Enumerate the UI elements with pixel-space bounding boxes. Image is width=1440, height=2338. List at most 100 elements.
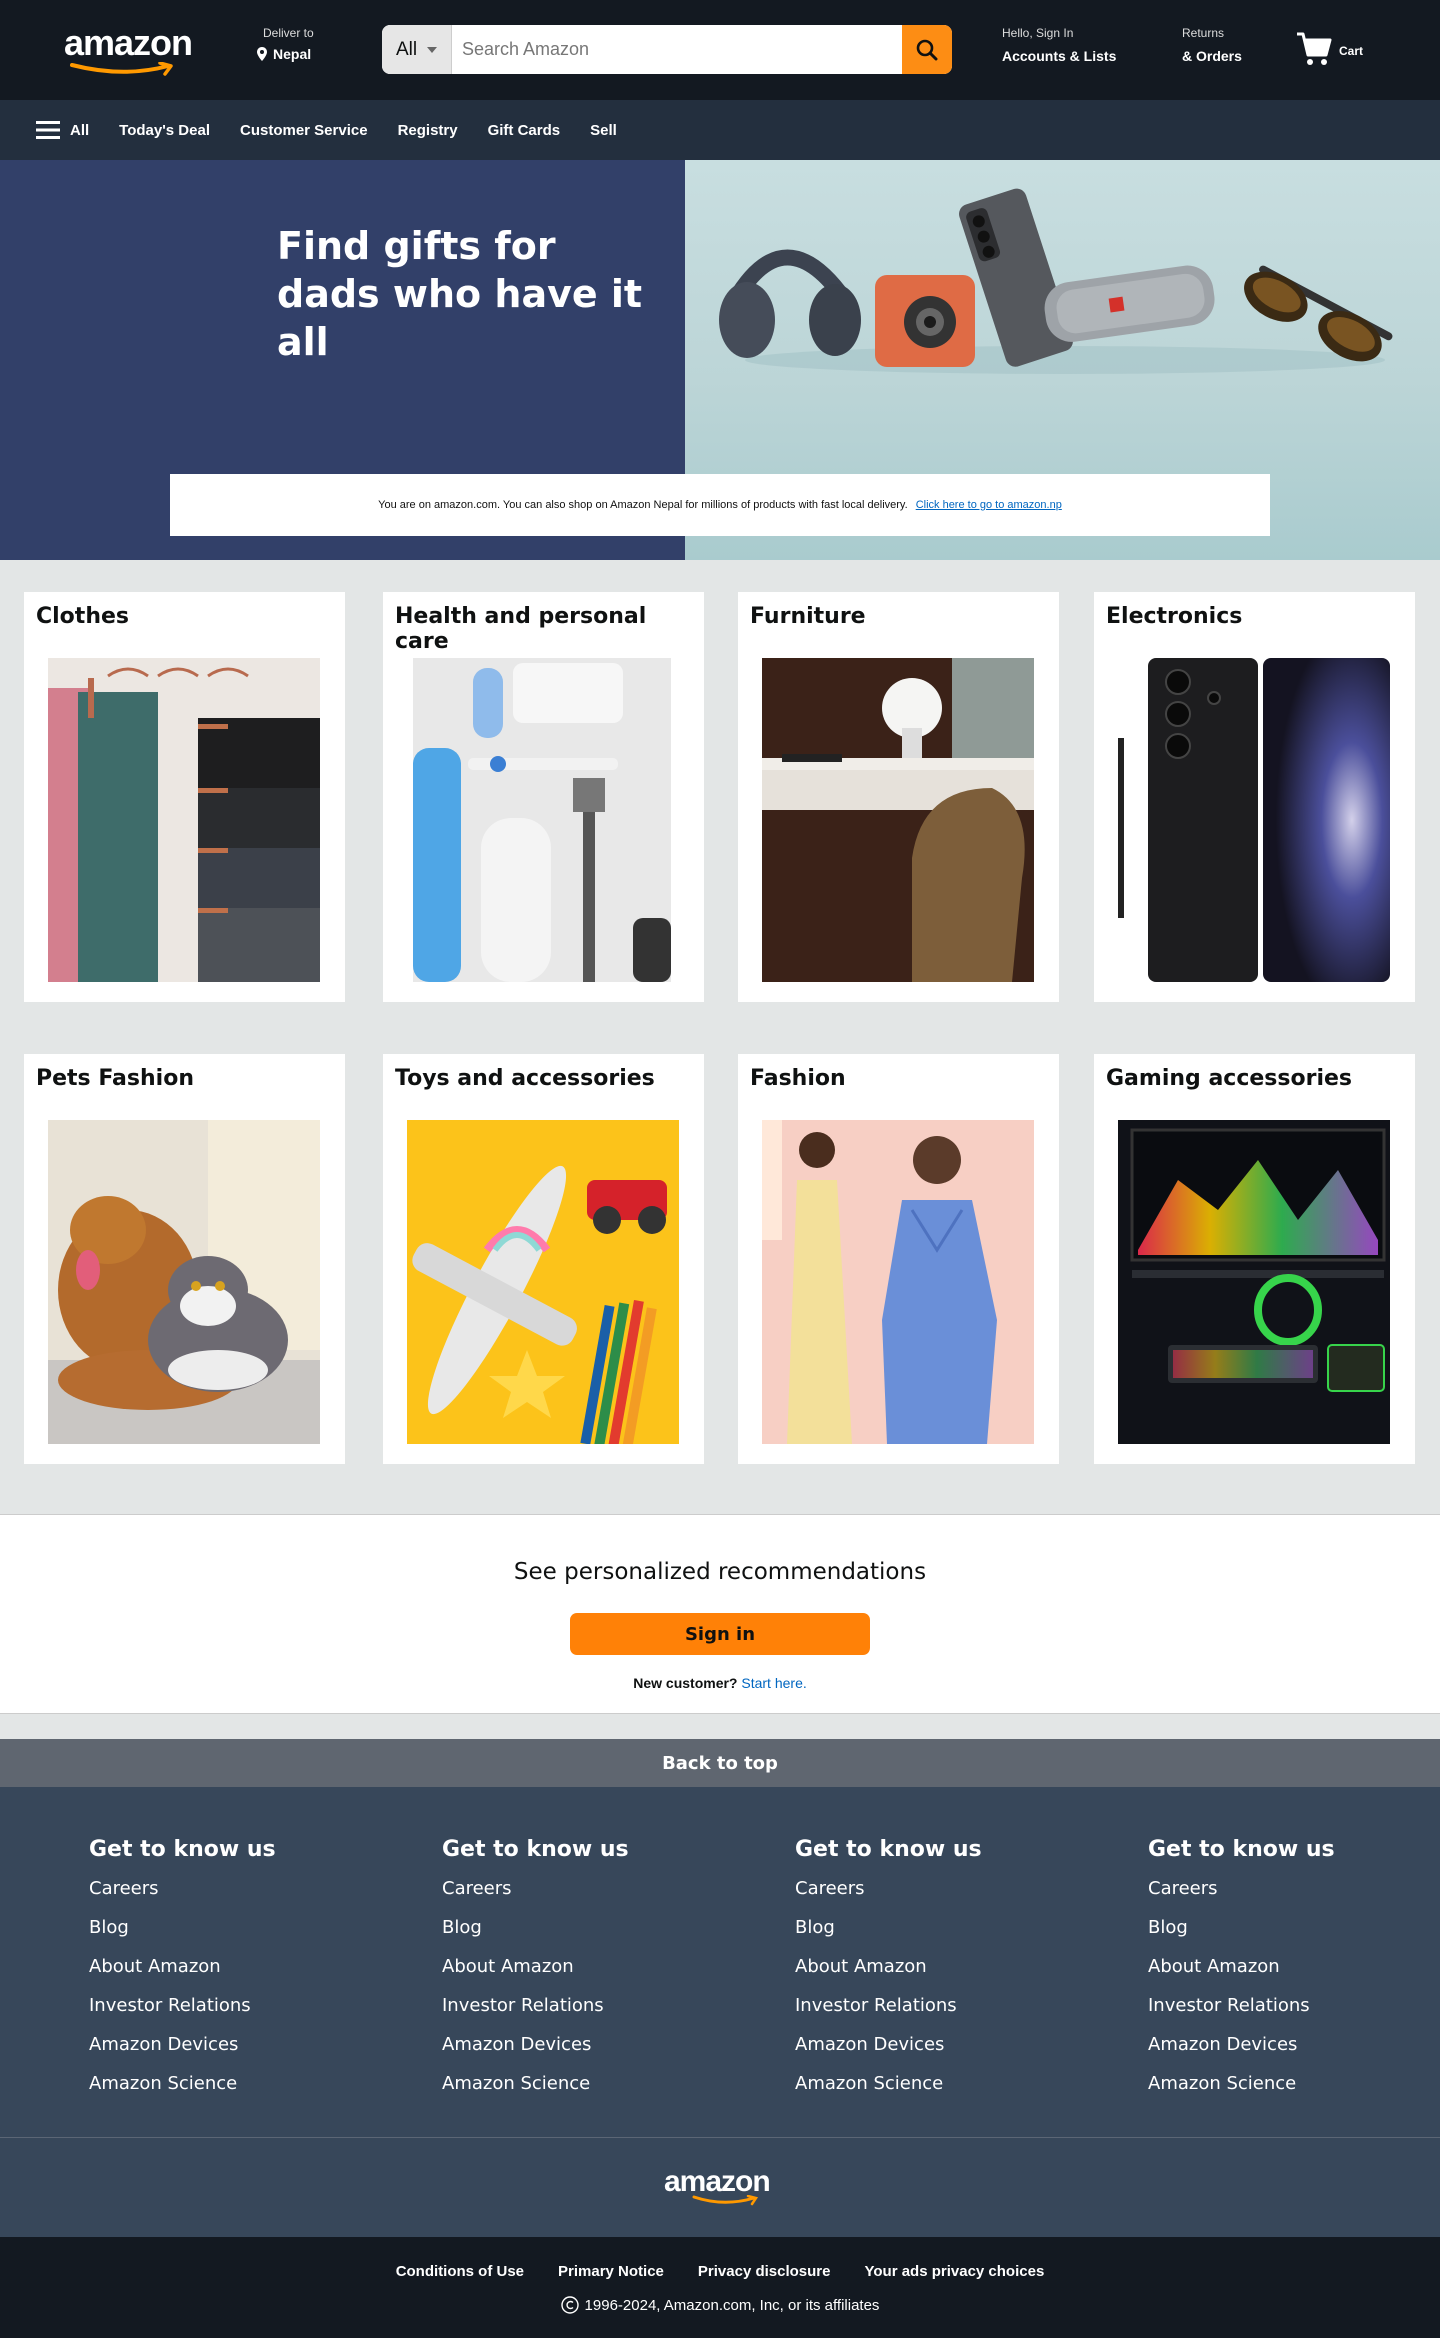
copyright: 1996-2024, Amazon.com, Inc, or its affil…	[0, 2296, 1440, 2314]
search-button[interactable]	[902, 25, 952, 74]
legal-links: Conditions of Use Primary Notice Privacy…	[0, 2263, 1440, 2280]
footer-link-careers[interactable]: Careers	[1148, 1878, 1335, 1902]
deliver-to[interactable]: Deliver to Nepal	[257, 26, 314, 62]
copyright-icon	[560, 2296, 579, 2314]
orders-label: & Orders	[1182, 48, 1242, 64]
category-card-toys[interactable]: Toys and accessories	[383, 1054, 704, 1464]
cart-label: Cart	[1339, 44, 1364, 58]
category-title: Gaming accessories	[1106, 1066, 1352, 1091]
cart-button[interactable]: Cart	[1295, 30, 1363, 68]
nav-item-registry[interactable]: Registry	[398, 122, 458, 139]
footer-link-devices[interactable]: Amazon Devices	[89, 2034, 276, 2058]
category-title: Furniture	[750, 604, 866, 629]
deliver-location: Nepal	[273, 46, 312, 62]
new-customer-label: New customer?	[633, 1675, 738, 1691]
footer-link-devices[interactable]: Amazon Devices	[1148, 2034, 1335, 2058]
sign-in-button[interactable]: Sign in	[570, 1613, 870, 1655]
category-card-furniture[interactable]: Furniture	[738, 592, 1059, 1002]
footer-link-science[interactable]: Amazon Science	[89, 2073, 276, 2097]
footer-link-investor[interactable]: Investor Relations	[795, 1995, 982, 2019]
search-input[interactable]	[452, 25, 902, 74]
footer: Get to know us Careers Blog About Amazon…	[0, 1787, 1440, 2237]
footer-column: Get to know us Careers Blog About Amazon…	[1148, 1837, 1335, 2112]
privacy-disclosure-link[interactable]: Privacy disclosure	[698, 2263, 831, 2280]
new-customer-line: New customer? Start here.	[0, 1675, 1440, 1691]
toys-image	[407, 1120, 679, 1444]
health-care-image	[413, 658, 671, 982]
nav-item-todays-deal[interactable]: Today's Deal	[119, 122, 210, 139]
logo-text: amazon	[64, 22, 193, 63]
footer-link-investor[interactable]: Investor Relations	[1148, 1995, 1335, 2019]
amazon-logo[interactable]: amazon	[64, 22, 193, 76]
footer-link-blog[interactable]: Blog	[1148, 1917, 1335, 1941]
gaming-image	[1118, 1120, 1390, 1444]
footer-logo-text: amazon	[664, 2165, 771, 2198]
footer-link-devices[interactable]: Amazon Devices	[795, 2034, 982, 2058]
footer-link-investor[interactable]: Investor Relations	[442, 1995, 629, 2019]
hero-headline-line2: dads who have it all	[277, 272, 643, 364]
footer-link-blog[interactable]: Blog	[442, 1917, 629, 1941]
start-here-link[interactable]: Start here.	[741, 1675, 806, 1691]
footer-column-heading: Get to know us	[89, 1837, 276, 1862]
pets-image	[48, 1120, 320, 1444]
chevron-down-icon	[427, 46, 438, 53]
footer-link-blog[interactable]: Blog	[89, 1917, 276, 1941]
footer-link-careers[interactable]: Careers	[795, 1878, 982, 1902]
back-to-top-button[interactable]: Back to top	[0, 1739, 1440, 1787]
clothes-image	[48, 658, 320, 982]
footer-column-heading: Get to know us	[795, 1837, 982, 1862]
category-card-fashion[interactable]: Fashion	[738, 1054, 1059, 1464]
category-title: Clothes	[36, 604, 129, 629]
amazon-np-link[interactable]: Click here to go to amazon.np	[916, 499, 1062, 511]
footer-link-devices[interactable]: Amazon Devices	[442, 2034, 629, 2058]
footer-column: Get to know us Careers Blog About Amazon…	[442, 1837, 629, 2112]
nav-item-customer-service[interactable]: Customer Service	[240, 122, 368, 139]
footer-link-about[interactable]: About Amazon	[795, 1956, 982, 1980]
footer-link-investor[interactable]: Investor Relations	[89, 1995, 276, 2019]
category-card-health[interactable]: Health and personal care	[383, 592, 704, 1002]
nav-all-label: All	[70, 121, 90, 139]
category-title: Electronics	[1106, 604, 1243, 629]
category-card-pets-fashion[interactable]: Pets Fashion	[24, 1054, 345, 1464]
top-header: amazon Deliver to Nepal All H	[0, 0, 1440, 100]
search-icon	[916, 39, 938, 60]
footer-link-careers[interactable]: Careers	[89, 1878, 276, 1902]
footer-link-science[interactable]: Amazon Science	[1148, 2073, 1335, 2097]
footer-link-careers[interactable]: Careers	[442, 1878, 629, 1902]
conditions-of-use-link[interactable]: Conditions of Use	[396, 2263, 524, 2280]
footer-link-about[interactable]: About Amazon	[1148, 1956, 1335, 1980]
nav-item-gift-cards[interactable]: Gift Cards	[488, 122, 561, 139]
hero-headline: Find gifts for dads who have it all	[277, 222, 685, 366]
primary-notice-link[interactable]: Primary Notice	[558, 2263, 664, 2280]
fashion-image	[762, 1120, 1034, 1444]
nav-bar: All Today's Deal Customer Service Regist…	[0, 100, 1440, 160]
ads-privacy-choices-link[interactable]: Your ads privacy choices	[864, 2263, 1044, 2280]
footer-link-science[interactable]: Amazon Science	[442, 2073, 629, 2097]
account-menu[interactable]: Hello, Sign In Accounts & Lists	[1002, 26, 1116, 64]
footer-column-heading: Get to know us	[1148, 1837, 1335, 1862]
footer-link-blog[interactable]: Blog	[795, 1917, 982, 1941]
hamburger-menu-icon	[36, 121, 60, 139]
deliver-to-label: Deliver to	[263, 26, 314, 40]
footer-column: Get to know us Careers Blog About Amazon…	[795, 1837, 982, 2112]
returns-orders[interactable]: Returns & Orders	[1182, 26, 1242, 64]
footer-column-heading: Get to know us	[442, 1837, 629, 1862]
category-card-clothes[interactable]: Clothes	[24, 592, 345, 1002]
account-greeting: Hello, Sign In	[1002, 26, 1074, 40]
category-title: Pets Fashion	[36, 1066, 194, 1091]
search-category-select[interactable]: All	[382, 25, 452, 74]
nav-item-sell[interactable]: Sell	[590, 122, 617, 139]
footer-link-science[interactable]: Amazon Science	[795, 2073, 982, 2097]
category-card-gaming[interactable]: Gaming accessories	[1094, 1054, 1415, 1464]
category-card-electronics[interactable]: Electronics	[1094, 592, 1415, 1002]
account-lists-label: Accounts & Lists	[1002, 48, 1117, 64]
category-title: Health and personal care	[395, 604, 647, 654]
footer-link-about[interactable]: About Amazon	[89, 1956, 276, 1980]
cart-icon	[1297, 32, 1332, 65]
footer-amazon-logo[interactable]: amazon	[664, 2165, 776, 2207]
region-notice-text: You are on amazon.com. You can also shop…	[378, 499, 908, 511]
footer-column: Get to know us Careers Blog About Amazon…	[89, 1837, 276, 2112]
footer-link-about[interactable]: About Amazon	[442, 1956, 629, 1980]
nav-all-menu[interactable]: All	[36, 121, 89, 139]
logo-smile-icon	[70, 62, 173, 76]
